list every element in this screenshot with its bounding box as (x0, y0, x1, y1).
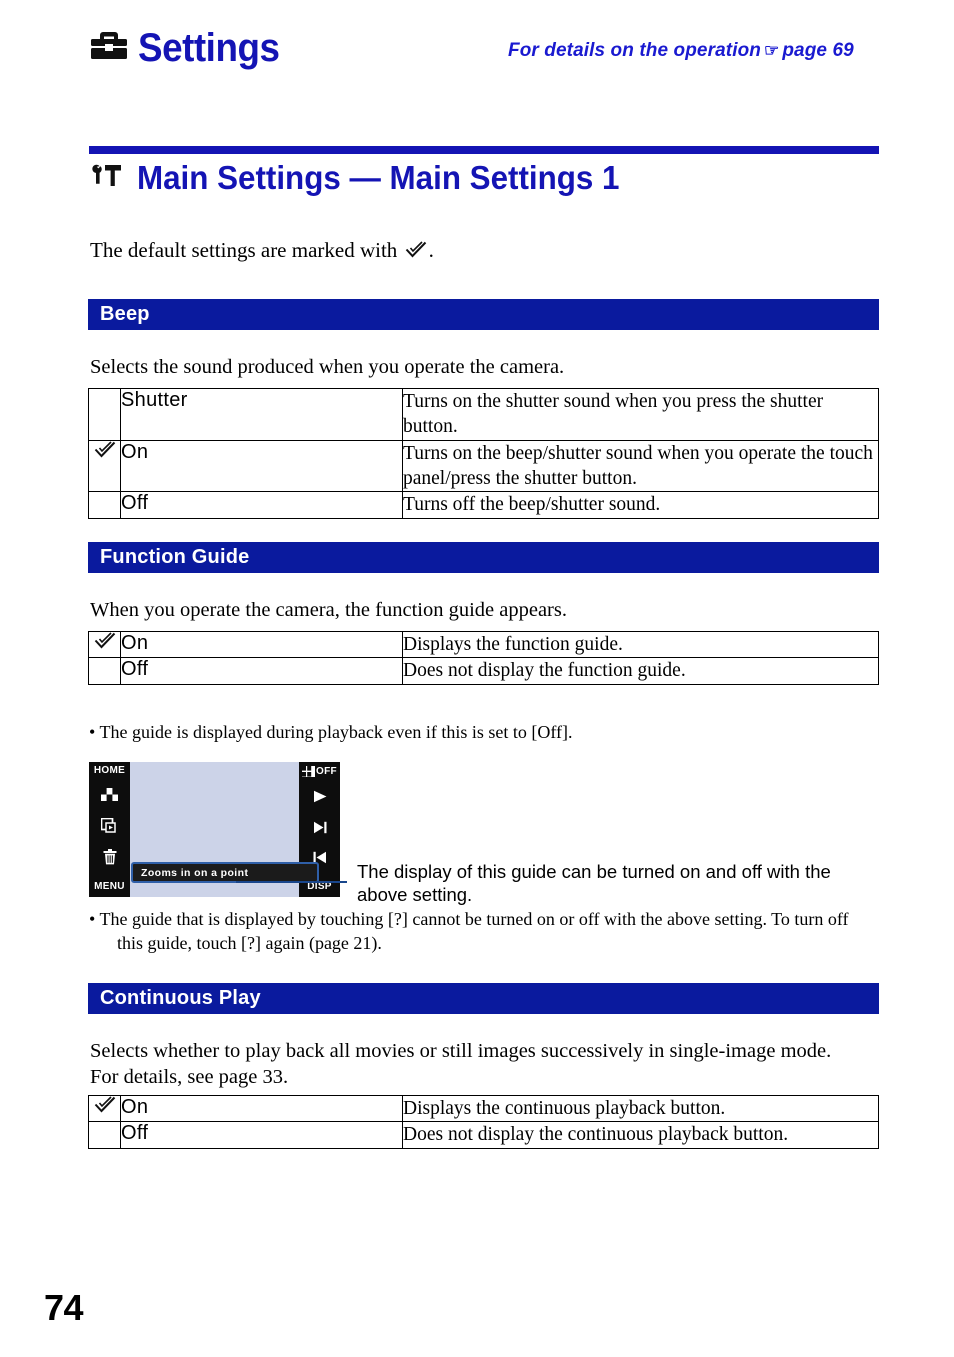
index-view-icon[interactable] (101, 787, 118, 806)
option-description: Does not display the continuous playback… (402, 1121, 879, 1149)
page-title: Settings (138, 26, 280, 70)
default-check-icon (94, 441, 115, 458)
default-settings-note-period: . (428, 238, 434, 262)
default-marker-cell (88, 630, 121, 659)
table-row[interactable]: On Displays the continuous playback butt… (88, 1094, 879, 1123)
option-label: Off (120, 491, 403, 519)
options-table-beep: Shutter Turns on the shutter sound when … (88, 388, 879, 519)
section-description-beep: Selects the sound produced when you oper… (90, 356, 565, 378)
note-line-1: • The guide that is displayed by touchin… (89, 909, 849, 929)
section-bar-beep: Beep (88, 299, 879, 330)
default-marker-cell (88, 1094, 121, 1123)
disp-button[interactable]: DISP (307, 882, 332, 892)
camera-screen-illustration: HOME MENU OFF DISP Zooms in on a point (89, 762, 340, 897)
option-description: Displays the continuous playback button. (402, 1094, 879, 1123)
pointing-hand-icon: ☞ (763, 41, 780, 60)
function-guide-tooltip: Zooms in on a point (131, 862, 319, 883)
operation-reference: For details on the operation ☞ page 69 (508, 40, 854, 62)
default-marker-cell (88, 388, 121, 441)
option-description: Turns off the beep/shutter sound. (402, 491, 879, 519)
grid-off-label: OFF (316, 765, 337, 777)
default-marker-cell (88, 491, 121, 519)
default-check-icon (94, 1096, 115, 1113)
default-settings-note-text: The default settings are marked with (90, 238, 398, 262)
chapter-divider (89, 146, 879, 154)
table-row[interactable]: Shutter Turns on the shutter sound when … (88, 388, 879, 441)
option-description: Displays the function guide. (402, 630, 879, 659)
section-description-function-guide: When you operate the camera, the functio… (90, 599, 567, 621)
table-row[interactable]: On Turns on the beep/shutter sound when … (88, 439, 879, 493)
note-line-2: this guide, touch [?] again (page 21). (117, 932, 382, 953)
next-track-icon[interactable] (312, 821, 328, 839)
default-marker-cell (88, 1121, 121, 1149)
operation-page-ref: page 69 (782, 40, 854, 61)
options-table-continuous-play: On Displays the continuous playback butt… (88, 1094, 879, 1149)
home-button[interactable]: HOME (94, 766, 125, 776)
option-description: Turns on the shutter sound when you pres… (402, 388, 879, 441)
option-label: Shutter (120, 388, 403, 441)
default-check-icon (405, 240, 427, 265)
option-label: On (120, 1094, 403, 1123)
option-label: Off (120, 657, 403, 685)
wrench-hammer-icon (90, 160, 124, 195)
section-bar-function-guide: Function Guide (88, 542, 879, 573)
chapter-title: Main Settings — Main Settings 1 (137, 159, 620, 196)
menu-button[interactable]: MENU (94, 882, 125, 892)
option-description: Turns on the beep/shutter sound when you… (402, 439, 879, 493)
page-number: 74 (44, 1287, 84, 1328)
running-head: Settings For details on the operation ☞ pa… (0, 0, 954, 110)
options-table-function-guide: On Displays the function guide. Off Does… (88, 630, 879, 685)
default-marker-cell (88, 439, 121, 493)
table-row[interactable]: Off Does not display the function guide. (88, 657, 879, 685)
grid-off-icon[interactable]: OFF (302, 766, 337, 777)
play-icon[interactable] (312, 790, 328, 808)
running-head-left: Settings (90, 28, 292, 68)
operation-reference-text: For details on the operation (508, 40, 761, 61)
option-description: Does not display the function guide. (402, 657, 879, 685)
default-marker-cell (88, 657, 121, 685)
section-description-continuous-play: Selects whether to play back all movies … (90, 1040, 832, 1089)
toolbox-icon (90, 30, 128, 67)
note-playback-guide: • The guide is displayed during playback… (89, 722, 573, 742)
slideshow-icon[interactable] (100, 817, 118, 838)
delete-trash-icon[interactable] (103, 849, 117, 870)
note-touch-question-guide: • The guide that is displayed by touchin… (89, 908, 879, 956)
option-label: Off (120, 1121, 403, 1149)
section-bar-continuous-play: Continuous Play (88, 983, 879, 1014)
table-row[interactable]: Off Turns off the beep/shutter sound. (88, 491, 879, 519)
default-check-icon (94, 632, 115, 649)
table-row[interactable]: On Displays the function guide. (88, 630, 879, 659)
option-label: On (120, 439, 403, 493)
camera-left-button-column: HOME MENU (89, 762, 130, 897)
callout-leader-line (236, 881, 347, 883)
chapter-heading: Main Settings — Main Settings 1 (90, 160, 645, 195)
option-label: On (120, 630, 403, 659)
callout-text: The display of this guide can be turned … (357, 861, 831, 906)
table-row[interactable]: Off Does not display the continuous play… (88, 1121, 879, 1149)
default-settings-note: The default settings are marked with . (90, 238, 434, 265)
